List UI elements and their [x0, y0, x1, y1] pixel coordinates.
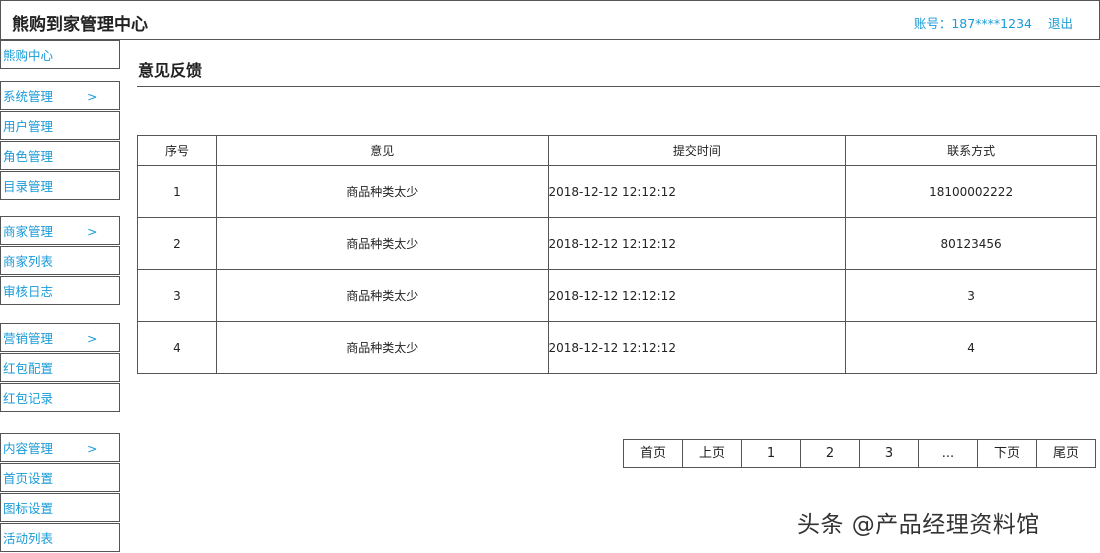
watermark: 头条 @产品经理资料馆: [797, 512, 1040, 538]
feedback-table: 序号 意见 提交时间 联系方式 1 商品种类太少 2018-12-12 12:1…: [137, 135, 1097, 374]
cell-contact: 4: [845, 321, 1097, 374]
sidebar-item-label: 图标设置: [3, 501, 54, 516]
page-title: 意见反馈: [138, 61, 203, 80]
sidebar-item-label: 红包记录: [3, 391, 54, 406]
cell-feedback: 商品种类太少: [215, 269, 549, 322]
cell-contact: 3: [845, 269, 1097, 322]
cell-submit-time: 2018-12-12 12:12:12: [547, 165, 847, 218]
sidebar-item-roles[interactable]: 角色管理: [0, 141, 120, 170]
sidebar-item-audit-log[interactable]: 审核日志: [0, 276, 120, 305]
cell-feedback: 商品种类太少: [215, 165, 549, 218]
sidebar-item-label: 商家列表: [3, 254, 54, 269]
sidebar-item-catalog[interactable]: 目录管理: [0, 171, 120, 200]
top-header: 熊购到家管理中心 账号：187****1234 退出: [0, 0, 1100, 40]
cell-index: 1: [137, 165, 217, 218]
sidebar-item-label: 熊购中心: [3, 48, 54, 63]
account-area: 账号：187****1234 退出: [914, 13, 1073, 32]
chevron-right-icon: >: [87, 224, 98, 239]
sidebar-item-label: 首页设置: [3, 471, 54, 486]
sidebar-item-icon-settings[interactable]: 图标设置: [0, 493, 120, 522]
sidebar-group-label: 系统管理: [3, 89, 54, 104]
cell-index: 2: [137, 217, 217, 270]
column-header-feedback: 意见: [215, 135, 549, 166]
sidebar-item-label: 目录管理: [3, 179, 54, 194]
cell-contact: 18100002222: [845, 165, 1097, 218]
cell-feedback: 商品种类太少: [215, 217, 549, 270]
chevron-right-icon: >: [87, 331, 98, 346]
sidebar-item-homepage-settings[interactable]: 首页设置: [0, 463, 120, 492]
sidebar-item-redpacket-records[interactable]: 红包记录: [0, 383, 120, 412]
table-row: 4 商品种类太少 2018-12-12 12:12:12 4: [137, 321, 1097, 374]
pagination: 首页 上页 1 2 3 ... 下页 尾页: [623, 439, 1096, 468]
table-row: 2 商品种类太少 2018-12-12 12:12:12 80123456: [137, 217, 1097, 270]
sidebar-group-content[interactable]: 内容管理 >: [0, 433, 120, 462]
sidebar-group-label: 商家管理: [3, 224, 54, 239]
sidebar-item-label: 角色管理: [3, 149, 54, 164]
column-header-index: 序号: [137, 135, 217, 166]
sidebar: 熊购中心 系统管理 > 用户管理 角色管理 目录管理 商家管理 > 商家列表 审…: [0, 0, 120, 553]
cell-contact: 80123456: [845, 217, 1097, 270]
pager-page-3[interactable]: 3: [859, 439, 919, 468]
sidebar-group-system[interactable]: 系统管理 >: [0, 81, 120, 110]
sidebar-group-label: 内容管理: [3, 441, 54, 456]
sidebar-group-label: 营销管理: [3, 331, 54, 346]
column-header-submit-time: 提交时间: [547, 135, 847, 166]
cell-index: 4: [137, 321, 217, 374]
pager-first-button[interactable]: 首页: [623, 439, 683, 468]
sidebar-item-merchant-list[interactable]: 商家列表: [0, 246, 120, 275]
sidebar-group-marketing[interactable]: 营销管理 >: [0, 323, 120, 352]
sidebar-item-label: 用户管理: [3, 119, 54, 134]
cell-index: 3: [137, 269, 217, 322]
sidebar-item-home[interactable]: 熊购中心: [0, 40, 120, 69]
cell-feedback: 商品种类太少: [215, 321, 549, 374]
sidebar-item-label: 红包配置: [3, 361, 54, 376]
cell-submit-time: 2018-12-12 12:12:12: [547, 269, 847, 322]
pager-ellipsis[interactable]: ...: [918, 439, 978, 468]
pager-prev-button[interactable]: 上页: [682, 439, 742, 468]
pager-page-1[interactable]: 1: [741, 439, 801, 468]
sidebar-item-redpacket-config[interactable]: 红包配置: [0, 353, 120, 382]
title-divider: [137, 86, 1100, 87]
table-row: 1 商品种类太少 2018-12-12 12:12:12 18100002222: [137, 165, 1097, 218]
sidebar-item-label: 审核日志: [3, 284, 54, 299]
logout-link[interactable]: 退出: [1048, 13, 1073, 32]
chevron-right-icon: >: [87, 441, 98, 456]
pager-last-button[interactable]: 尾页: [1036, 439, 1096, 468]
sidebar-item-users[interactable]: 用户管理: [0, 111, 120, 140]
cell-submit-time: 2018-12-12 12:12:12: [547, 217, 847, 270]
sidebar-group-merchant[interactable]: 商家管理 >: [0, 216, 120, 245]
table-row: 3 商品种类太少 2018-12-12 12:12:12 3: [137, 269, 1097, 322]
table-header-row: 序号 意见 提交时间 联系方式: [137, 135, 1097, 166]
cell-submit-time: 2018-12-12 12:12:12: [547, 321, 847, 374]
sidebar-item-activity-list[interactable]: 活动列表: [0, 523, 120, 552]
column-header-contact: 联系方式: [845, 135, 1097, 166]
pager-next-button[interactable]: 下页: [977, 439, 1037, 468]
chevron-right-icon: >: [87, 89, 98, 104]
sidebar-item-label: 活动列表: [3, 531, 54, 546]
pager-page-2[interactable]: 2: [800, 439, 860, 468]
account-label[interactable]: 账号：187****1234: [914, 13, 1032, 32]
